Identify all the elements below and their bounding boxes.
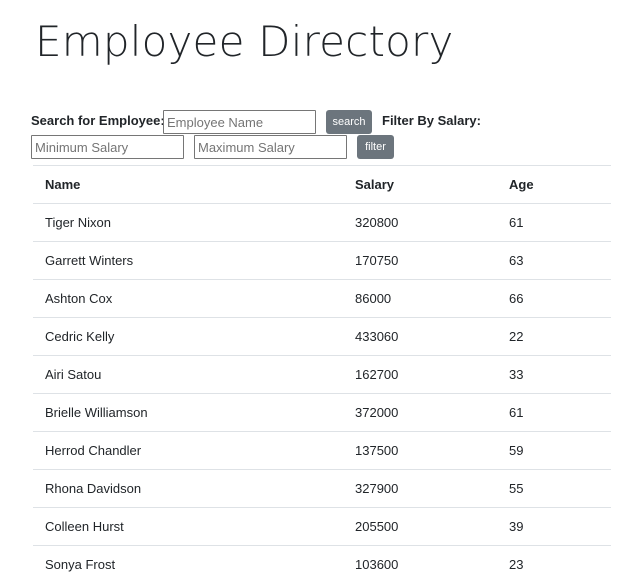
employee-table-container: Name Salary Age Tiger Nixon32080061Garre… (33, 165, 611, 583)
cell-salary: 433060 (343, 318, 497, 356)
cell-age: 39 (497, 508, 611, 546)
cell-name: Cedric Kelly (33, 318, 343, 356)
column-header-age[interactable]: Age (497, 166, 611, 204)
cell-age: 59 (497, 432, 611, 470)
cell-age: 22 (497, 318, 611, 356)
minimum-salary-input[interactable] (31, 135, 184, 159)
column-header-salary[interactable]: Salary (343, 166, 497, 204)
table-row: Brielle Williamson37200061 (33, 394, 611, 432)
cell-name: Herrod Chandler (33, 432, 343, 470)
employee-name-input[interactable] (163, 110, 316, 134)
cell-salary: 86000 (343, 280, 497, 318)
filter-button[interactable]: filter (357, 135, 394, 159)
cell-name: Ashton Cox (33, 280, 343, 318)
search-label: Search for Employee: (31, 113, 165, 129)
table-row: Airi Satou16270033 (33, 356, 611, 394)
cell-age: 33 (497, 356, 611, 394)
cell-salary: 205500 (343, 508, 497, 546)
cell-name: Airi Satou (33, 356, 343, 394)
cell-age: 63 (497, 242, 611, 280)
search-button[interactable]: search (326, 110, 372, 134)
cell-salary: 170750 (343, 242, 497, 280)
employee-table: Name Salary Age Tiger Nixon32080061Garre… (33, 165, 611, 583)
cell-salary: 103600 (343, 546, 497, 583)
cell-salary: 327900 (343, 470, 497, 508)
cell-name: Garrett Winters (33, 242, 343, 280)
cell-salary: 320800 (343, 204, 497, 242)
cell-name: Rhona Davidson (33, 470, 343, 508)
page-title: Employee Directory (35, 14, 454, 70)
table-header-row: Name Salary Age (33, 166, 611, 204)
cell-name: Tiger Nixon (33, 204, 343, 242)
table-row: Rhona Davidson32790055 (33, 470, 611, 508)
cell-name: Colleen Hurst (33, 508, 343, 546)
cell-name: Sonya Frost (33, 546, 343, 583)
table-row: Herrod Chandler13750059 (33, 432, 611, 470)
table-row: Cedric Kelly43306022 (33, 318, 611, 356)
cell-salary: 162700 (343, 356, 497, 394)
cell-salary: 137500 (343, 432, 497, 470)
table-body: Tiger Nixon32080061Garrett Winters170750… (33, 204, 611, 583)
cell-age: 23 (497, 546, 611, 583)
maximum-salary-input[interactable] (194, 135, 347, 159)
table-row: Ashton Cox8600066 (33, 280, 611, 318)
table-row: Sonya Frost10360023 (33, 546, 611, 583)
filter-label: Filter By Salary: (382, 113, 481, 129)
cell-name: Brielle Williamson (33, 394, 343, 432)
cell-age: 61 (497, 204, 611, 242)
column-header-name[interactable]: Name (33, 166, 343, 204)
cell-age: 61 (497, 394, 611, 432)
cell-salary: 372000 (343, 394, 497, 432)
table-row: Colleen Hurst20550039 (33, 508, 611, 546)
cell-age: 66 (497, 280, 611, 318)
cell-age: 55 (497, 470, 611, 508)
table-row: Garrett Winters17075063 (33, 242, 611, 280)
table-row: Tiger Nixon32080061 (33, 204, 611, 242)
